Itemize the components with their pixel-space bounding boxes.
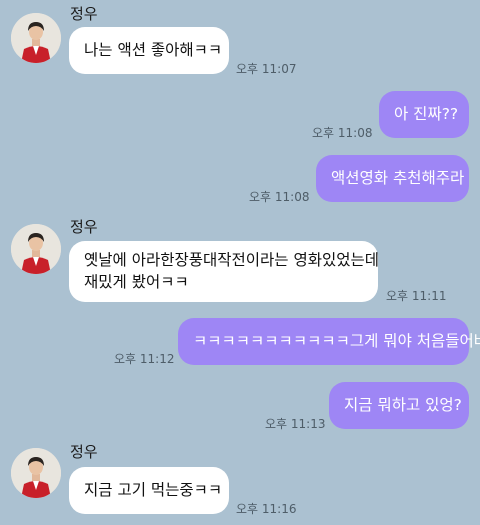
message-bubble-outgoing[interactable]: 아 진짜??	[379, 91, 469, 138]
message-text-line: 옛날에 아라한장풍대작전이라는 영화있었는데	[84, 251, 380, 269]
sender-name: 정우	[70, 218, 98, 236]
message-text: 지금 뭐하고 있엉?	[344, 396, 462, 414]
message-bubble-outgoing[interactable]: 지금 뭐하고 있엉?	[329, 382, 469, 429]
message-text: 액션영화 추천해주라	[331, 169, 465, 187]
message-text: 지금 고기 먹는중ㅋㅋ	[84, 481, 223, 499]
message-text: ㅋㅋㅋㅋㅋㅋㅋㅋㅋㅋㅋ그게 뭐야 처음들어바	[193, 332, 480, 350]
message-time: 오후 11:13	[265, 417, 326, 431]
profile-photo-icon	[11, 13, 61, 63]
message-text: 나는 액션 좋아해ㅋㅋ	[84, 41, 223, 59]
profile-photo-icon	[11, 224, 61, 274]
message-time: 오후 11:08	[249, 190, 310, 204]
sender-name: 정우	[70, 5, 98, 23]
message-bubble-incoming[interactable]: 나는 액션 좋아해ㅋㅋ	[69, 27, 229, 74]
avatar[interactable]	[11, 224, 61, 274]
message-time: 오후 11:08	[312, 126, 373, 140]
message-time: 오후 11:11	[386, 289, 447, 303]
avatar[interactable]	[11, 448, 61, 498]
message-bubble-incoming[interactable]: 옛날에 아라한장풍대작전이라는 영화있었는데 재밌게 봤어ㅋㅋ	[69, 241, 380, 302]
message-text-line: 재밌게 봤어ㅋㅋ	[84, 273, 189, 291]
sender-name: 정우	[70, 443, 98, 461]
message-bubble-incoming[interactable]: 지금 고기 먹는중ㅋㅋ	[69, 467, 229, 514]
message-text: 아 진짜??	[394, 105, 459, 123]
avatar[interactable]	[11, 13, 61, 63]
message-time: 오후 11:12	[114, 352, 175, 366]
message-bubble-outgoing[interactable]: 액션영화 추천해주라	[316, 155, 469, 202]
message-time: 오후 11:07	[236, 62, 297, 76]
profile-photo-icon	[11, 448, 61, 498]
message-time: 오후 11:16	[236, 502, 297, 516]
message-bubble-outgoing[interactable]: ㅋㅋㅋㅋㅋㅋㅋㅋㅋㅋㅋ그게 뭐야 처음들어바	[178, 318, 480, 365]
